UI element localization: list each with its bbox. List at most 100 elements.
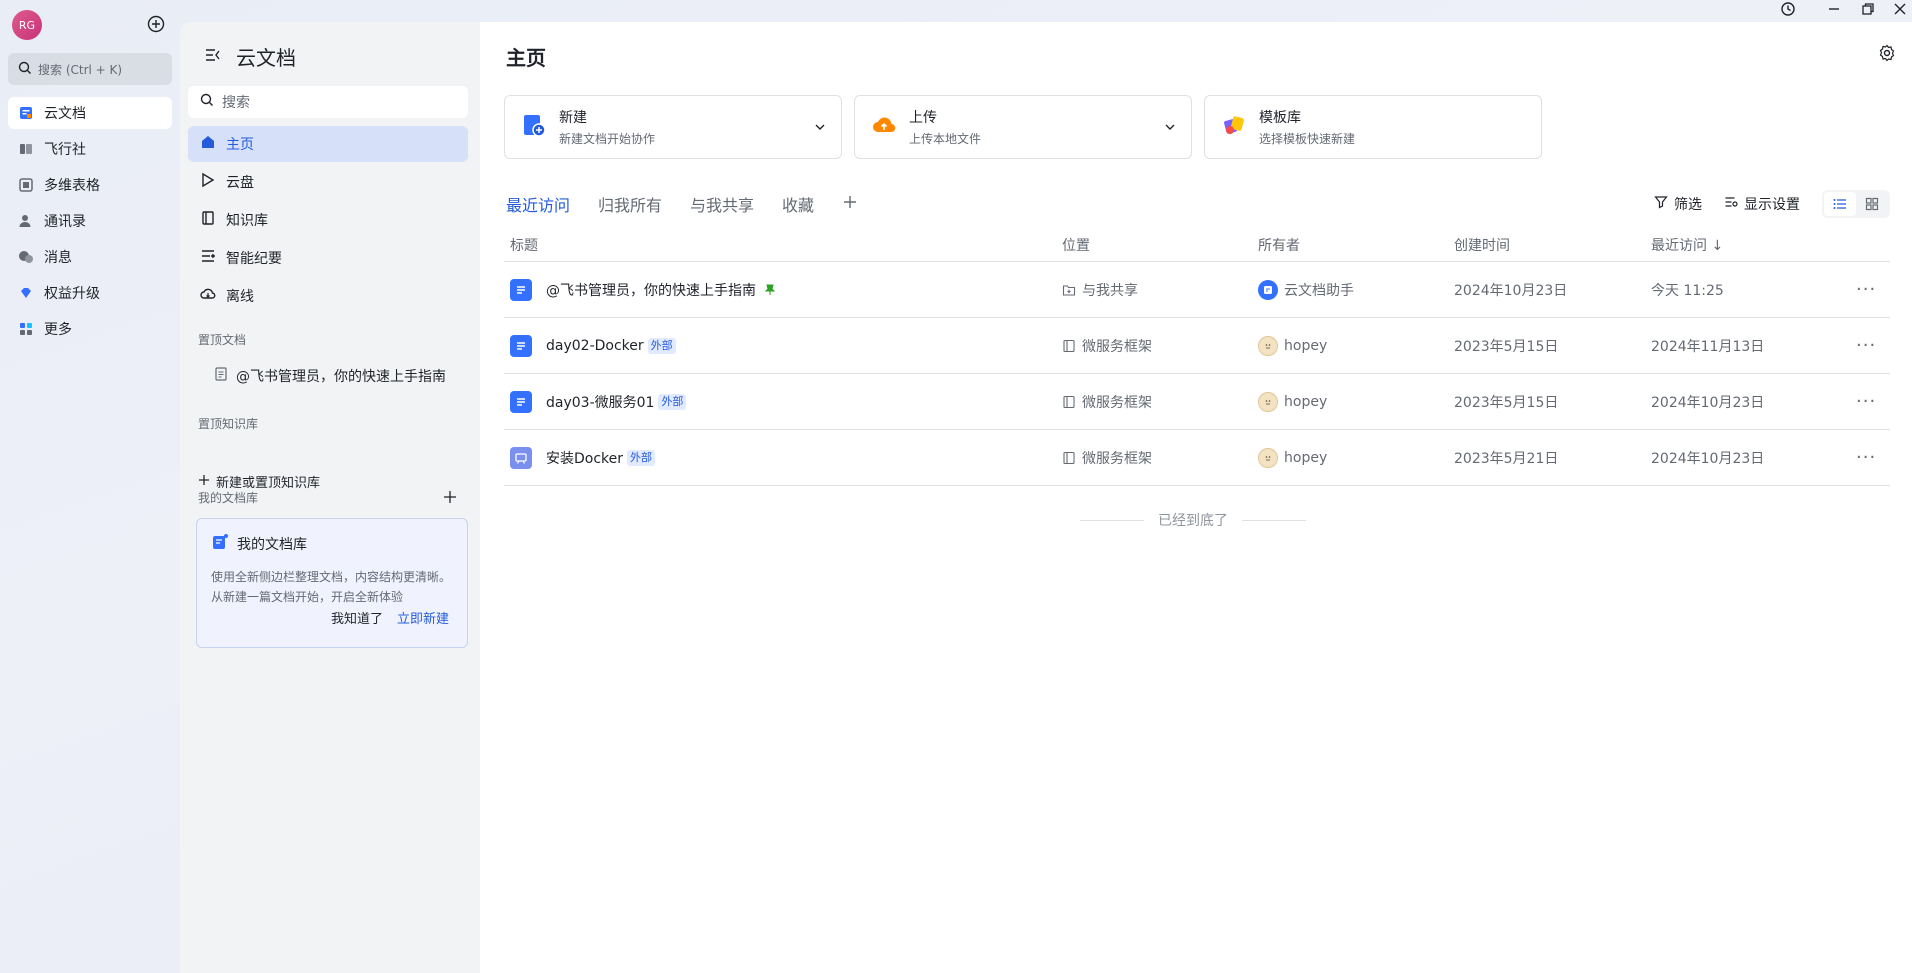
avatar[interactable]: RG bbox=[12, 10, 42, 40]
upload-card[interactable]: 上传 上传本地文件 bbox=[854, 95, 1192, 159]
sidebar-search-placeholder: 搜索 bbox=[222, 95, 250, 111]
column-created: 创建时间 bbox=[1454, 237, 1510, 254]
tab-recent[interactable]: 最近访问 bbox=[506, 192, 570, 216]
avatar-initials: RG bbox=[18, 18, 36, 32]
more-icon[interactable]: ··· bbox=[1856, 447, 1876, 468]
end-of-list-text: 已经到底了 bbox=[1158, 513, 1228, 529]
row-title: day02-Docker bbox=[546, 337, 644, 354]
history-icon[interactable] bbox=[1778, 0, 1798, 18]
minimize-icon[interactable] bbox=[1824, 0, 1844, 18]
more-icon[interactable]: ··· bbox=[1856, 391, 1876, 412]
add-tab-icon[interactable] bbox=[842, 194, 858, 214]
rail-item-more[interactable]: 更多 bbox=[8, 313, 172, 345]
rail-item-feixingshe[interactable]: 飞行社 bbox=[8, 133, 172, 165]
more-icon[interactable]: ··· bbox=[1856, 335, 1876, 356]
base-icon bbox=[18, 177, 34, 193]
external-badge: 外部 bbox=[627, 449, 656, 466]
rail-item-messages[interactable]: 消息 bbox=[8, 241, 172, 273]
sidebar-item-offline[interactable]: 离线 bbox=[188, 278, 468, 314]
pin-icon bbox=[764, 284, 776, 296]
collapse-sidebar-icon[interactable] bbox=[204, 46, 222, 68]
sidebar-nav: 主页 云盘 知识库 智能纪要 离线 bbox=[188, 126, 468, 316]
pinned-kb-label: 置顶知识库 bbox=[198, 417, 259, 431]
new-document-card[interactable]: 新建 新建文档开始协作 bbox=[504, 95, 842, 159]
filter-button[interactable]: 筛选 bbox=[1654, 194, 1702, 214]
table-row[interactable]: 安装Docker 外部 微服务框架 hopey 2023年5月21日 2024年… bbox=[504, 430, 1890, 486]
tab-bar: 最近访问 归我所有 与我共享 收藏 bbox=[506, 192, 858, 216]
column-owner: 所有者 bbox=[1258, 237, 1300, 254]
create-now-button[interactable]: 立即新建 bbox=[397, 608, 449, 627]
action-subtitle: 选择模板快速新建 bbox=[1259, 132, 1356, 146]
divider bbox=[1080, 519, 1144, 521]
sidebar-item-home[interactable]: 主页 bbox=[188, 126, 468, 162]
tab-shared[interactable]: 与我共享 bbox=[690, 192, 754, 216]
template-library-card[interactable]: 模板库 选择模板快速新建 bbox=[1204, 95, 1542, 159]
column-last-visit[interactable]: 最近访问 ↓ bbox=[1651, 228, 1723, 261]
external-badge: 外部 bbox=[658, 393, 687, 410]
sidebar-item-drive[interactable]: 云盘 bbox=[188, 164, 468, 200]
row-location: 微服务框架 bbox=[1082, 394, 1152, 411]
rail-item-label: 通讯录 bbox=[44, 214, 86, 230]
template-icon bbox=[1221, 112, 1247, 142]
chevron-down-icon[interactable] bbox=[1163, 120, 1177, 138]
gear-icon[interactable] bbox=[1878, 44, 1896, 66]
external-badge: 外部 bbox=[647, 337, 676, 354]
rail-item-upgrade[interactable]: 权益升级 bbox=[8, 277, 172, 309]
rail-item-docs[interactable]: 云文档 bbox=[8, 97, 172, 129]
page-title: 主页 bbox=[506, 46, 546, 70]
restore-icon[interactable] bbox=[1858, 0, 1878, 18]
add-library-icon[interactable] bbox=[442, 489, 458, 505]
card-title-text: 我的文档库 bbox=[237, 537, 307, 553]
close-icon[interactable] bbox=[1890, 0, 1910, 18]
row-location: 与我共享 bbox=[1082, 282, 1138, 299]
sidebar-item-label: 主页 bbox=[226, 137, 254, 153]
rail-item-label: 更多 bbox=[44, 322, 72, 338]
row-last-visit: 2024年11月13日 bbox=[1651, 338, 1765, 355]
drive-icon bbox=[200, 172, 216, 192]
column-title: 标题 bbox=[510, 237, 538, 254]
tab-owned[interactable]: 归我所有 bbox=[598, 192, 662, 216]
notes-icon bbox=[200, 248, 216, 268]
sidebar-item-wiki[interactable]: 知识库 bbox=[188, 202, 468, 238]
search-icon bbox=[200, 93, 214, 111]
rail-item-label: 权益升级 bbox=[44, 286, 100, 302]
sidebar-search-input[interactable]: 搜索 bbox=[188, 86, 468, 118]
pinned-doc-item[interactable]: @飞书管理员，你的快速上手指南 bbox=[214, 366, 446, 386]
bot-avatar-icon bbox=[1258, 279, 1278, 300]
user-avatar-icon bbox=[1258, 447, 1278, 468]
wiki-icon bbox=[200, 210, 216, 230]
table-row[interactable]: @飞书管理员，你的快速上手指南 与我共享 云文档助手 2024年10月23日 今… bbox=[504, 262, 1890, 318]
document-list: @飞书管理员，你的快速上手指南 与我共享 云文档助手 2024年10月23日 今… bbox=[504, 262, 1890, 486]
docs-sidebar: 云文档 搜索 主页 云盘 知识库 智能纪要 离线 置顶文档 @飞书管理员，你的快… bbox=[180, 22, 480, 973]
global-search-placeholder: 搜索 (Ctrl + K) bbox=[38, 62, 123, 77]
row-owner: hopey bbox=[1284, 449, 1328, 466]
library-icon bbox=[211, 533, 229, 555]
global-search-input[interactable]: 搜索 (Ctrl + K) bbox=[8, 53, 172, 85]
rail-item-base[interactable]: 多维表格 bbox=[8, 169, 172, 201]
my-library-label: 我的文档库 bbox=[198, 491, 259, 505]
table-row[interactable]: day02-Docker 外部 微服务框架 hopey 2023年5月15日 2… bbox=[504, 318, 1890, 374]
filter-icon bbox=[1654, 195, 1668, 213]
display-settings-button[interactable]: 显示设置 bbox=[1724, 194, 1800, 214]
row-created: 2023年5月21日 bbox=[1454, 450, 1559, 467]
rail-item-contacts[interactable]: 通讯录 bbox=[8, 205, 172, 237]
card-body: 使用全新侧边栏整理文档，内容结构更清晰。从新建一篇文档开始，开启全新体验 bbox=[211, 570, 452, 604]
add-circle-icon[interactable] bbox=[146, 14, 166, 34]
tab-favorites[interactable]: 收藏 bbox=[782, 192, 814, 216]
table-row[interactable]: day03-微服务01 外部 微服务框架 hopey 2023年5月15日 20… bbox=[504, 374, 1890, 430]
plus-icon bbox=[198, 474, 210, 490]
grid-view-icon[interactable] bbox=[1856, 192, 1888, 216]
column-location: 位置 bbox=[1062, 237, 1090, 254]
doc-icon bbox=[510, 334, 532, 357]
wiki-space-icon bbox=[1062, 339, 1076, 353]
dismiss-button[interactable]: 我知道了 bbox=[331, 608, 383, 627]
list-view-icon[interactable] bbox=[1824, 192, 1856, 216]
row-created: 2024年10月23日 bbox=[1454, 282, 1568, 299]
sidebar-item-label: 离线 bbox=[226, 289, 254, 305]
more-icon[interactable]: ··· bbox=[1856, 279, 1876, 300]
row-created: 2023年5月15日 bbox=[1454, 338, 1559, 355]
divider bbox=[1242, 519, 1306, 521]
chevron-down-icon[interactable] bbox=[813, 120, 827, 138]
sidebar-item-notes[interactable]: 智能纪要 bbox=[188, 240, 468, 276]
row-last-visit: 2024年10月23日 bbox=[1651, 450, 1765, 467]
